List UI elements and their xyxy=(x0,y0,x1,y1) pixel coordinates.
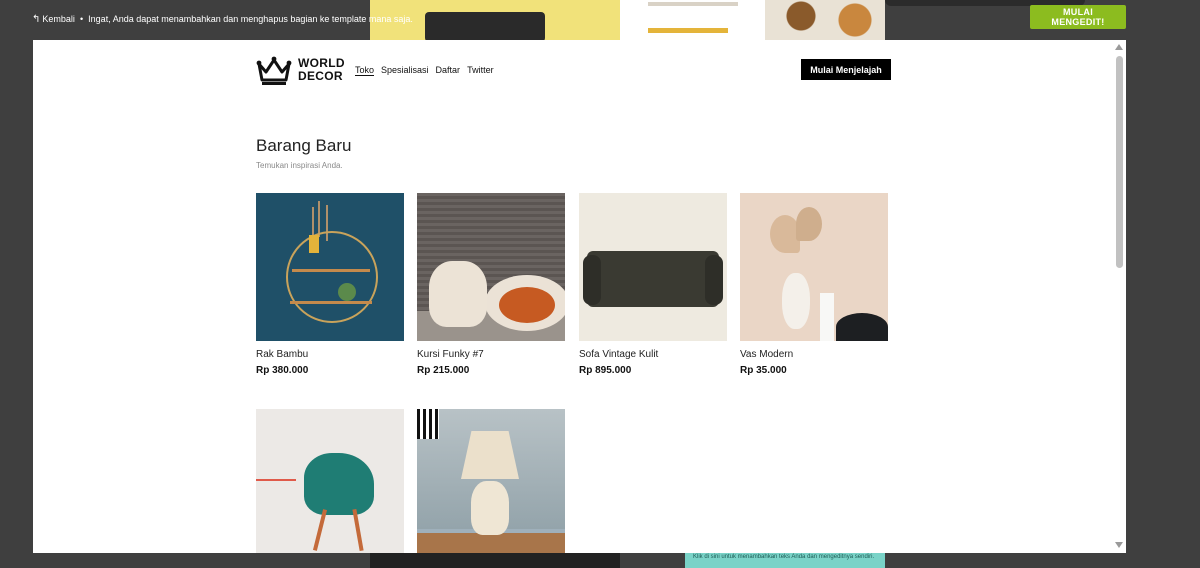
section-title: Barang Baru xyxy=(256,136,352,155)
product-image[interactable] xyxy=(417,193,565,341)
product-image[interactable] xyxy=(256,409,404,553)
scroll-thumb[interactable] xyxy=(1116,56,1123,268)
product-image[interactable] xyxy=(740,193,888,341)
back-label: Kembali xyxy=(42,14,75,24)
triangle-down-icon[interactable] xyxy=(1115,542,1123,548)
crown-icon xyxy=(256,56,292,85)
product-price: Rp 895.000 xyxy=(579,365,632,376)
notice-text: • Ingat, Anda dapat menambahkan dan meng… xyxy=(80,14,413,24)
product-card[interactable]: Sofa Vintage Kulit Rp 895.000 xyxy=(579,193,727,376)
explore-button[interactable]: Mulai Menjelajah xyxy=(801,59,891,80)
nav-item-twitter[interactable]: Twitter xyxy=(467,65,494,76)
notice-message: Ingat, Anda dapat menambahkan dan mengha… xyxy=(88,14,413,24)
background-template-thumbnail: Klik di sini untuk menambahkan teks Anda… xyxy=(685,553,885,568)
section-subtitle: Temukan inspirasi Anda. xyxy=(256,161,343,170)
undo-arrow-icon: ↰ xyxy=(32,14,41,25)
site-nav: Toko Spesialisasi Daftar Twitter xyxy=(355,65,494,76)
logo-line2: DECOR xyxy=(298,69,343,83)
template-preview-modal: WORLD DECOR Toko Spesialisasi Daftar Twi… xyxy=(33,40,1126,553)
site-header: WORLD DECOR Toko Spesialisasi Daftar Twi… xyxy=(256,54,891,88)
product-name[interactable]: Vas Modern xyxy=(740,349,888,360)
product-card[interactable]: Rak Bambu Rp 380.000 xyxy=(256,193,404,376)
product-card[interactable] xyxy=(256,409,404,553)
background-caption: Klik di sini untuk menambahkan teks Anda… xyxy=(693,554,875,560)
product-name[interactable]: Kursi Funky #7 xyxy=(417,349,565,360)
back-link[interactable]: ↰ Kembali xyxy=(32,14,75,25)
product-price: Rp 35.000 xyxy=(740,365,787,376)
product-card[interactable] xyxy=(417,409,565,553)
nav-item-daftar[interactable]: Daftar xyxy=(436,65,461,76)
product-price: Rp 215.000 xyxy=(417,365,470,376)
background-template-thumbnail xyxy=(370,553,620,568)
product-card[interactable]: Kursi Funky #7 Rp 215.000 xyxy=(417,193,565,376)
product-image[interactable] xyxy=(417,409,565,553)
start-editing-button[interactable]: MULAI MENGEDIT! xyxy=(1030,5,1126,29)
modal-scrollbar[interactable] xyxy=(1112,40,1126,553)
preview-topbar: ↰ Kembali • Ingat, Anda dapat menambahkan… xyxy=(0,0,1200,40)
triangle-up-icon[interactable] xyxy=(1115,44,1123,50)
product-price: Rp 380.000 xyxy=(256,365,309,376)
product-image[interactable] xyxy=(579,193,727,341)
nav-item-spesialisasi[interactable]: Spesialisasi xyxy=(381,65,429,76)
site-logo[interactable]: WORLD DECOR xyxy=(256,54,348,88)
product-name[interactable]: Sofa Vintage Kulit xyxy=(579,349,727,360)
nav-item-toko[interactable]: Toko xyxy=(355,65,375,76)
product-image[interactable] xyxy=(256,193,404,341)
product-card[interactable]: Vas Modern Rp 35.000 xyxy=(740,193,888,376)
product-name[interactable]: Rak Bambu xyxy=(256,349,404,360)
notice-separator: • xyxy=(80,14,84,24)
logo-wordmark: WORLD DECOR xyxy=(298,57,345,83)
